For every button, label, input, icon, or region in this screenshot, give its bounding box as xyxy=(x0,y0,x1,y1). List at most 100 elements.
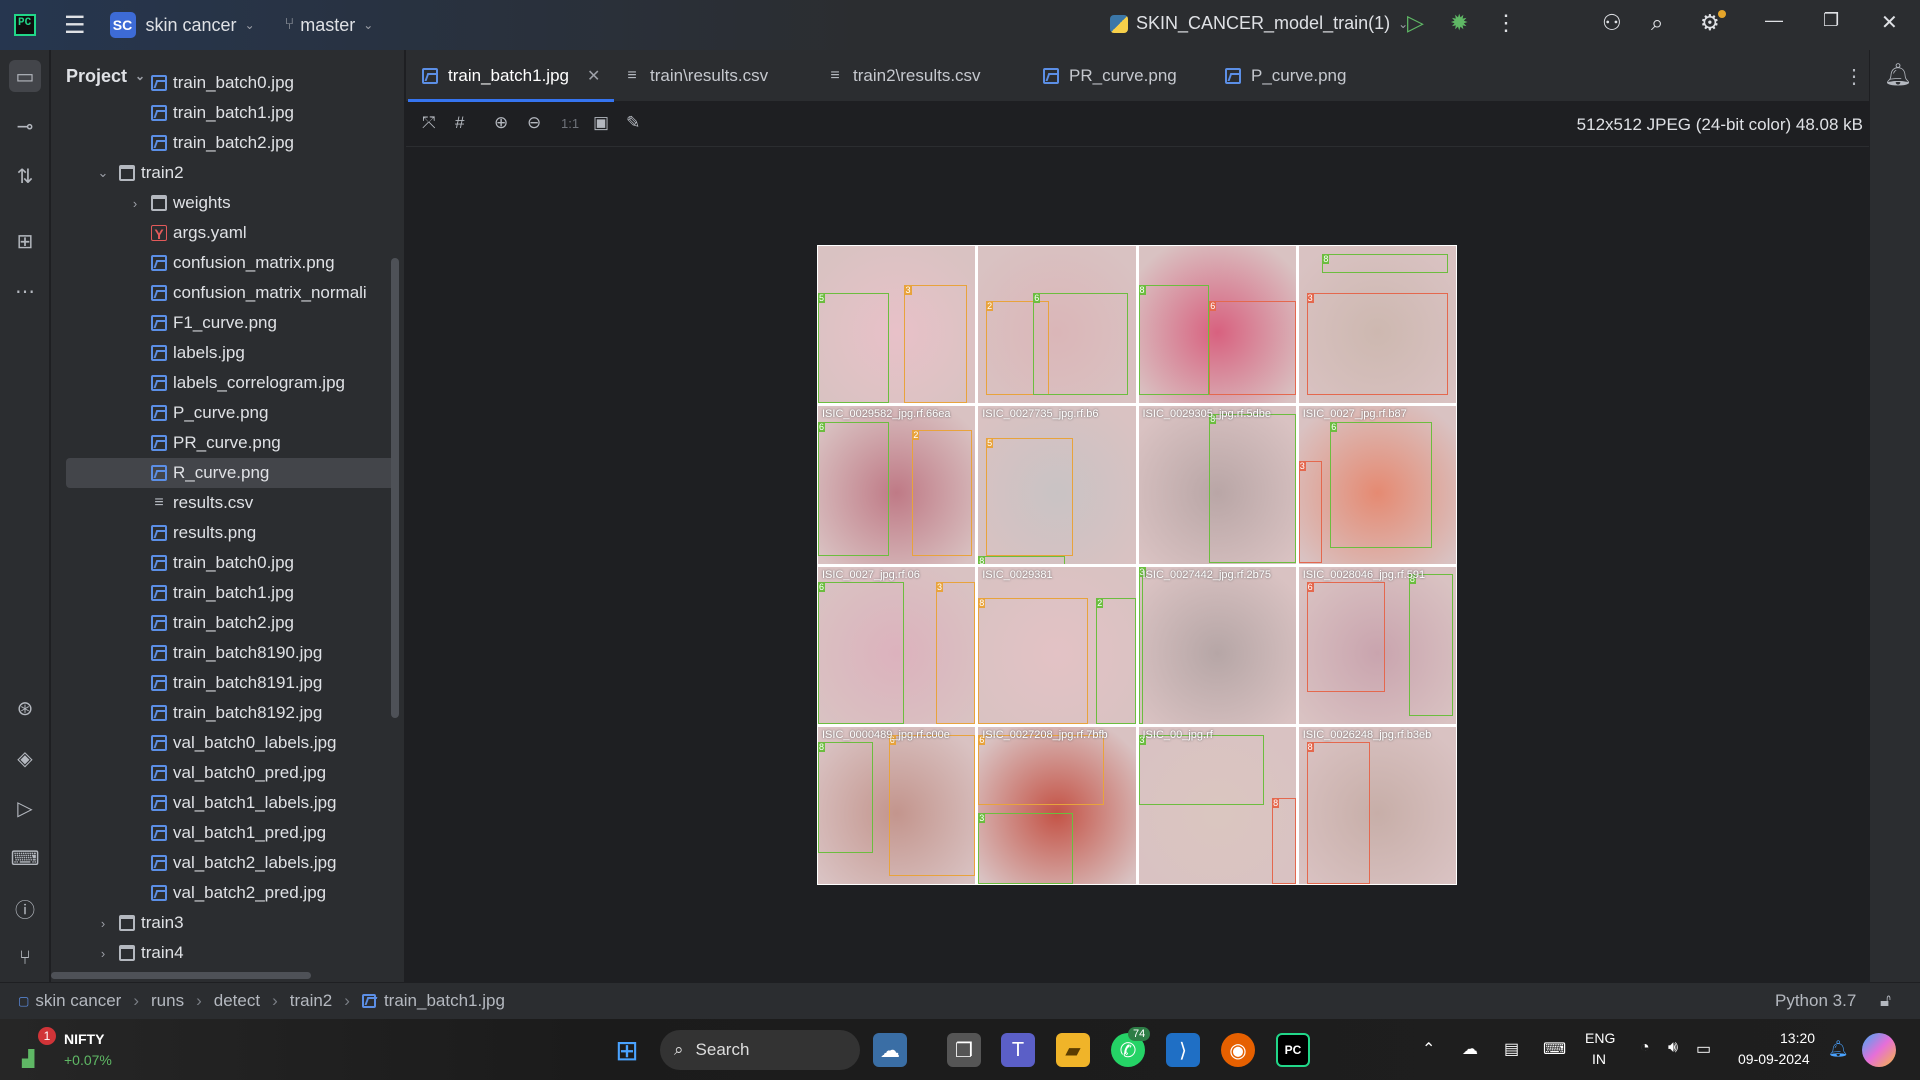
branch-name[interactable]: master xyxy=(300,15,355,36)
tree-item[interactable]: val_batch0_pred.jpg xyxy=(151,758,326,788)
python-packages-icon[interactable]: ⊛ xyxy=(9,692,41,724)
restore-icon[interactable]: ❐ xyxy=(1823,10,1839,31)
tree-item[interactable]: PR_curve.png xyxy=(151,428,281,458)
training-batch-image[interactable]: 5 3 2 6 8 6 3 8 6 2 ISIC_0029582_jpg.rf.66ea 5 8 ISIC… xyxy=(817,245,1457,885)
search-icon[interactable]: ⌕ xyxy=(1651,10,1663,36)
task-view-icon[interactable]: ❐ xyxy=(947,1033,981,1067)
chevron-down-icon[interactable]: ⌄ xyxy=(245,18,255,32)
tree-item[interactable]: confusion_matrix_normali xyxy=(151,278,367,308)
tree-item[interactable]: F1_curve.png xyxy=(151,308,277,338)
clock-date[interactable]: 09-09-2024 xyxy=(1738,1051,1810,1067)
tree-item[interactable]: › weights xyxy=(127,188,231,218)
folder-icon[interactable]: ▭ xyxy=(9,60,41,92)
pull-request-icon[interactable]: ⇅ xyxy=(9,160,41,192)
chevron-down-icon[interactable]: ⌄ xyxy=(95,165,111,181)
minimize-icon[interactable]: — xyxy=(1765,10,1783,31)
chevron-right-icon[interactable]: › xyxy=(95,946,111,961)
firefox-icon[interactable]: ◉ xyxy=(1221,1033,1255,1067)
notifications-icon[interactable]: 🔔︎ xyxy=(1884,62,1912,88)
tree-item[interactable]: val_batch2_labels.jpg xyxy=(151,848,337,878)
battery-icon[interactable]: ▭ xyxy=(1696,1039,1711,1059)
close-icon[interactable]: ✕ xyxy=(587,66,600,86)
more-actions-icon[interactable]: ⋮ xyxy=(1495,10,1517,36)
tab-pr-curve[interactable]: PR_curve.png xyxy=(1043,50,1177,102)
tree-item[interactable]: › train4 xyxy=(95,938,184,968)
project-name[interactable]: skin cancer xyxy=(146,15,237,36)
zoom-out-icon[interactable]: ⊖ xyxy=(527,113,541,133)
chevron-down-icon[interactable]: ⌄ xyxy=(363,18,373,32)
problems-icon[interactable]: ⓘ xyxy=(9,892,41,924)
git-branch-icon[interactable]: ⑂ xyxy=(285,16,295,34)
pycharm-taskbar-icon[interactable]: PC xyxy=(1276,1033,1310,1067)
gear-icon[interactable]: ⚙ xyxy=(1700,10,1720,36)
vertical-scrollbar[interactable] xyxy=(391,258,399,718)
tree-item[interactable]: val_batch2_pred.jpg xyxy=(151,878,326,908)
copilot-icon[interactable] xyxy=(1862,1033,1896,1067)
tree-item[interactable]: train_batch0.jpg xyxy=(151,68,294,98)
add-user-icon[interactable]: ⚇ xyxy=(1602,10,1622,36)
chevron-up-icon[interactable]: ⌃ xyxy=(1422,1039,1435,1059)
tree-item[interactable]: val_batch1_pred.jpg xyxy=(151,818,326,848)
layers-icon[interactable]: ◈ xyxy=(9,742,41,774)
terminal-icon[interactable]: ⌨ xyxy=(9,842,41,874)
notification-bell-icon[interactable]: 🔔︎ xyxy=(1828,1039,1848,1059)
tree-item[interactable]: train_batch1.jpg xyxy=(151,98,294,128)
python-interpreter[interactable]: Python 3.7 xyxy=(1775,991,1856,1011)
horizontal-scrollbar[interactable] xyxy=(51,972,311,979)
breadcrumb-item[interactable]: skin cancer xyxy=(35,991,121,1011)
taskbar-search[interactable]: ⌕ Search xyxy=(660,1030,860,1070)
tree-item[interactable]: ≡ results.csv xyxy=(151,488,253,518)
breadcrumb-item[interactable]: train2 xyxy=(290,991,333,1011)
wifi-icon[interactable]: ◔ xyxy=(1640,1039,1650,1057)
actual-size-button[interactable]: 1:1 xyxy=(561,116,579,131)
tree-item[interactable]: Yargs.yaml xyxy=(151,218,247,248)
vscode-icon[interactable]: ⟩ xyxy=(1166,1033,1200,1067)
tree-item[interactable]: labels.jpg xyxy=(151,338,245,368)
more-tabs-icon[interactable]: ⋮ xyxy=(1844,64,1864,89)
tab-train-batch1[interactable]: train_batch1.jpg ✕ xyxy=(407,50,615,102)
widgets-icon[interactable]: ☁ xyxy=(873,1033,907,1067)
tree-item[interactable]: confusion_matrix.png xyxy=(151,248,335,278)
run-icon[interactable]: ▷ xyxy=(1407,10,1424,36)
tree-item[interactable]: P_curve.png xyxy=(151,398,268,428)
background-icon[interactable]: ▣ xyxy=(593,113,609,133)
debug-icon[interactable]: ✹ xyxy=(1450,10,1468,36)
tab-train-results-csv[interactable]: ≡ train\results.csv xyxy=(624,50,768,102)
tree-item[interactable]: results.png xyxy=(151,518,256,548)
app-tray-icon[interactable]: ▤ xyxy=(1504,1039,1519,1059)
lock-icon[interactable]: 🔓︎ xyxy=(1880,991,1891,1011)
grid-icon[interactable]: # xyxy=(455,113,464,133)
volume-icon[interactable]: 🔊︎ xyxy=(1668,1039,1678,1057)
git-icon[interactable]: ⑂ xyxy=(9,942,41,974)
file-explorer-icon[interactable]: ▰ xyxy=(1056,1033,1090,1067)
chevron-right-icon[interactable]: › xyxy=(95,916,111,931)
tree-item[interactable]: › train3 xyxy=(95,908,184,938)
tree-item[interactable]: ⌄ train2 xyxy=(95,158,184,188)
more-tools-icon[interactable]: ⋯ xyxy=(9,275,41,307)
services-icon[interactable]: ▷ xyxy=(9,792,41,824)
breadcrumb-item[interactable]: runs xyxy=(151,991,184,1011)
pycharm-logo-icon[interactable]: PC xyxy=(14,14,36,36)
tree-item[interactable]: labels_correlogram.jpg xyxy=(151,368,345,398)
tree-item[interactable]: train_batch8192.jpg xyxy=(151,698,322,728)
tree-item[interactable]: train_batch2.jpg xyxy=(151,608,294,638)
tree-item[interactable]: train_batch1.jpg xyxy=(151,578,294,608)
commit-icon[interactable]: ⊸ xyxy=(9,110,41,142)
project-badge[interactable]: SC xyxy=(109,12,136,38)
structure-icon[interactable]: ⊞ xyxy=(9,225,41,257)
stock-name[interactable]: NIFTY xyxy=(64,1031,104,1047)
tree-item[interactable]: train_batch0.jpg xyxy=(151,548,294,578)
zoom-in-icon[interactable]: ⊕ xyxy=(494,113,508,133)
teams-icon[interactable]: T xyxy=(1001,1033,1035,1067)
tree-item[interactable]: val_batch0_labels.jpg xyxy=(151,728,337,758)
keyboard-icon[interactable]: ⌨ xyxy=(1543,1039,1566,1059)
color-picker-icon[interactable]: ✎ xyxy=(626,113,640,133)
clock-time[interactable]: 13:20 xyxy=(1780,1030,1815,1046)
tree-item[interactable]: train_batch2.jpg xyxy=(151,128,294,158)
tree-item[interactable]: train_batch8190.jpg xyxy=(151,638,322,668)
tab-train2-results-csv[interactable]: ≡ train2\results.csv xyxy=(827,50,980,102)
tab-p-curve[interactable]: P_curve.png xyxy=(1225,50,1346,102)
fit-to-window-icon[interactable]: ⤧ xyxy=(422,113,436,133)
language-top[interactable]: ENG xyxy=(1585,1030,1615,1046)
tree-item[interactable]: R_curve.png xyxy=(66,458,398,488)
